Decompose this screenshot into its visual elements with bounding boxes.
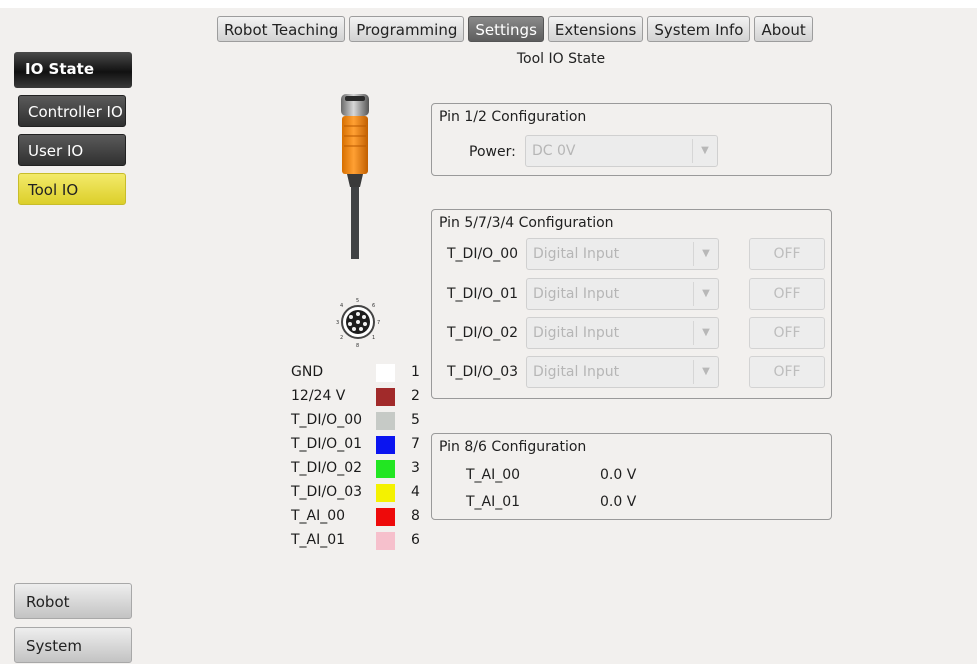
pin-layout-icon: 5 6 7 1 8 2 3 4 xyxy=(336,298,380,349)
tdio01-mode-select[interactable]: Digital Input ▼ xyxy=(526,278,719,310)
legend-row: T_AI_01 6 xyxy=(291,529,431,553)
tdio03-mode-value: Digital Input xyxy=(533,364,620,380)
legend-pin-number: 6 xyxy=(411,532,420,548)
legend-color-swatch xyxy=(376,436,395,454)
top-strip xyxy=(0,0,977,8)
pin-number: 6 xyxy=(372,303,375,309)
legend-signal-name: T_DI/O_00 xyxy=(291,412,363,428)
tai00-value: 0.0 V xyxy=(600,467,637,483)
pin-number: 7 xyxy=(377,320,380,326)
tdio01-state-button[interactable]: OFF xyxy=(749,278,825,310)
pin-number: 4 xyxy=(340,303,343,309)
sidebar-system-button[interactable]: System xyxy=(14,627,132,663)
tdio01-label: T_DI/O_01 xyxy=(447,286,519,302)
tai01-value: 0.0 V xyxy=(600,494,637,510)
legend-signal-name: 12/24 V xyxy=(291,388,346,404)
tdio00-label: T_DI/O_00 xyxy=(447,246,519,262)
sidebar-item-tool-io[interactable]: Tool IO xyxy=(18,173,126,205)
chevron-down-icon: ▼ xyxy=(693,282,718,306)
legend-signal-name: T_DI/O_01 xyxy=(291,436,363,452)
tab-robot-teaching[interactable]: Robot Teaching xyxy=(217,16,346,42)
legend-signal-name: T_AI_00 xyxy=(291,508,346,524)
pin-number: 1 xyxy=(372,335,375,341)
chevron-down-icon: ▼ xyxy=(693,360,718,384)
pin-number: 8 xyxy=(356,343,359,349)
pin86-config-group: Pin 8/6 Configuration T_AI_00 0.0 V T_AI… xyxy=(431,433,832,520)
legend-pin-number: 1 xyxy=(411,364,420,380)
sidebar-item-user-io[interactable]: User IO xyxy=(18,134,126,166)
pin12-config-group: Pin 1/2 Configuration Power: DC 0V ▼ xyxy=(431,103,832,176)
legend-signal-name: GND xyxy=(291,364,324,380)
pin86-config-title: Pin 8/6 Configuration xyxy=(439,439,587,455)
tdio03-label: T_DI/O_03 xyxy=(447,364,519,380)
legend-row: T_DI/O_03 4 xyxy=(291,481,431,505)
tdio02-label: T_DI/O_02 xyxy=(447,325,519,341)
legend-row: GND 1 xyxy=(291,361,431,385)
legend-color-swatch xyxy=(376,412,395,430)
pin12-config-title: Pin 1/2 Configuration xyxy=(439,109,587,125)
legend-row: 12/24 V 2 xyxy=(291,385,431,409)
tdio00-mode-value: Digital Input xyxy=(533,246,620,262)
tdio02-mode-select[interactable]: Digital Input ▼ xyxy=(526,317,719,349)
tab-programming[interactable]: Programming xyxy=(349,16,465,42)
legend-pin-number: 8 xyxy=(411,508,420,524)
legend-pin-number: 5 xyxy=(411,412,420,428)
pin-number: 3 xyxy=(336,320,339,326)
legend-row: T_DI/O_02 3 xyxy=(291,457,431,481)
chevron-down-icon: ▼ xyxy=(693,321,718,345)
legend-color-swatch xyxy=(376,532,395,550)
tab-system-info[interactable]: System Info xyxy=(647,16,751,42)
legend-color-swatch xyxy=(376,364,395,382)
tab-about[interactable]: About xyxy=(754,16,813,42)
sidebar-robot-button[interactable]: Robot xyxy=(14,583,132,619)
pin-number: 2 xyxy=(340,335,343,341)
page-title: Tool IO State xyxy=(516,51,606,67)
legend-signal-name: T_DI/O_02 xyxy=(291,460,363,476)
legend-pin-number: 2 xyxy=(411,388,420,404)
pin5734-config-group: Pin 5/7/3/4 Configuration T_DI/O_00 Digi… xyxy=(431,209,832,399)
power-select[interactable]: DC 0V ▼ xyxy=(525,135,718,167)
tdio03-mode-select[interactable]: Digital Input ▼ xyxy=(526,356,719,388)
legend-color-swatch xyxy=(376,508,395,526)
power-select-value: DC 0V xyxy=(532,143,576,159)
main-tabs: Robot Teaching Programming Settings Exte… xyxy=(217,16,813,42)
tab-settings[interactable]: Settings xyxy=(468,16,544,42)
tdio02-mode-value: Digital Input xyxy=(533,325,620,341)
pin-number: 5 xyxy=(356,298,359,304)
legend-pin-number: 4 xyxy=(411,484,420,500)
tab-extensions[interactable]: Extensions xyxy=(547,16,644,42)
legend-pin-number: 3 xyxy=(411,460,420,476)
tdio01-mode-value: Digital Input xyxy=(533,286,620,302)
sidebar-item-controller-io[interactable]: Controller IO xyxy=(18,95,126,127)
tai00-label: T_AI_00 xyxy=(466,467,521,483)
legend-row: T_AI_00 8 xyxy=(291,505,431,529)
tdio03-state-button[interactable]: OFF xyxy=(749,356,825,388)
tdio00-mode-select[interactable]: Digital Input ▼ xyxy=(526,238,719,270)
legend-color-swatch xyxy=(376,484,395,502)
legend-color-swatch xyxy=(376,388,395,406)
pin-color-legend: GND 1 12/24 V 2 T_DI/O_00 5 T_DI/O_01 7 … xyxy=(291,361,431,553)
legend-pin-number: 7 xyxy=(411,436,420,452)
chevron-down-icon: ▼ xyxy=(692,139,717,163)
power-label: Power: xyxy=(469,144,516,160)
sidebar-header-io-state[interactable]: IO State xyxy=(14,52,132,88)
legend-signal-name: T_AI_01 xyxy=(291,532,346,548)
cable-connector-icon xyxy=(341,94,369,259)
legend-row: T_DI/O_01 7 xyxy=(291,433,431,457)
chevron-down-icon: ▼ xyxy=(693,242,718,266)
legend-color-swatch xyxy=(376,460,395,478)
legend-row: T_DI/O_00 5 xyxy=(291,409,431,433)
tdio00-state-button[interactable]: OFF xyxy=(749,238,825,270)
pin5734-config-title: Pin 5/7/3/4 Configuration xyxy=(439,215,614,231)
tai01-label: T_AI_01 xyxy=(466,494,521,510)
tdio02-state-button[interactable]: OFF xyxy=(749,317,825,349)
legend-signal-name: T_DI/O_03 xyxy=(291,484,363,500)
